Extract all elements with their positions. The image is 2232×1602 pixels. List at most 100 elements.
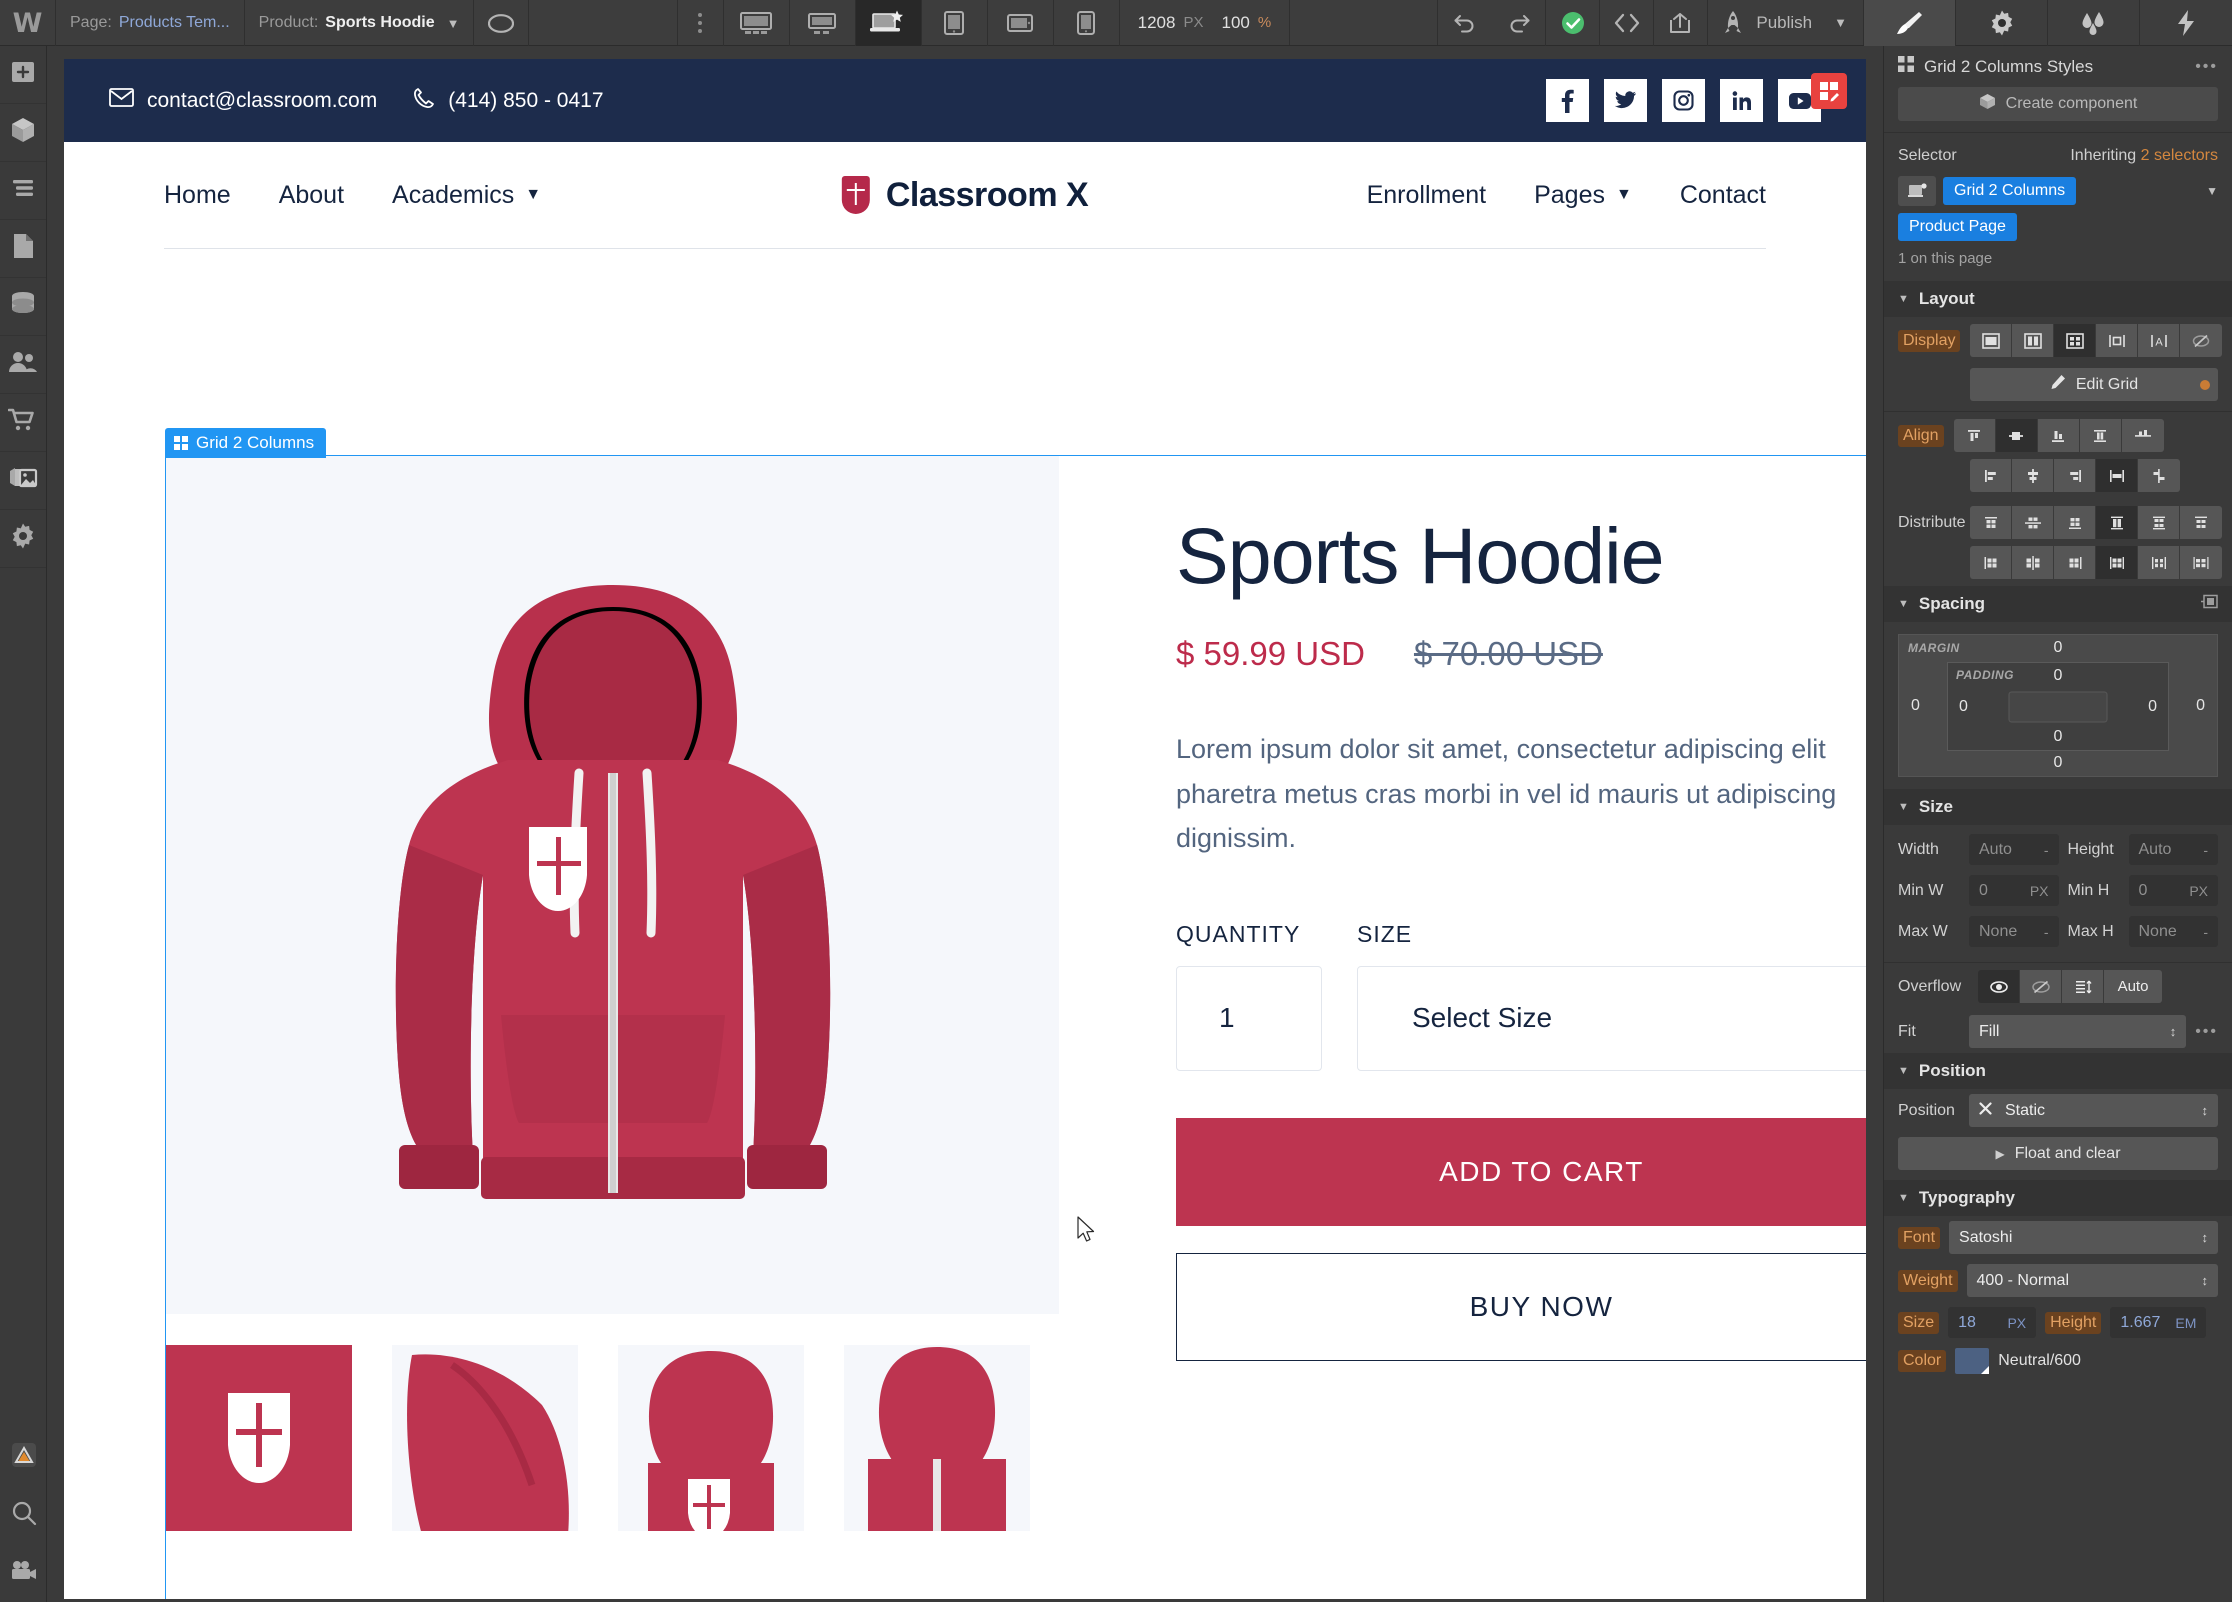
undo-button[interactable] xyxy=(1438,0,1492,46)
display-flex-icon[interactable] xyxy=(2012,324,2055,357)
sidebar-item-assets[interactable] xyxy=(0,452,46,510)
inheriting-info[interactable]: Inheriting 2 selectors xyxy=(2070,147,2218,165)
preview-toggle-button[interactable] xyxy=(474,0,530,46)
nav-link-enrollment[interactable]: Enrollment xyxy=(1367,181,1487,210)
tab-style-panel[interactable] xyxy=(1864,0,1956,46)
facebook-icon[interactable] xyxy=(1546,79,1589,122)
height-input[interactable]: Auto - xyxy=(2128,834,2218,865)
dist-between-icon[interactable] xyxy=(2138,506,2180,539)
tab-variables-panel[interactable] xyxy=(2140,0,2232,46)
selector-chip-current[interactable]: Grid 2 Columns xyxy=(1943,177,2077,205)
dist-left-icon[interactable] xyxy=(1970,546,2012,579)
linkedin-icon[interactable] xyxy=(1720,79,1763,122)
padding-top-value[interactable]: 0 xyxy=(2054,667,2063,685)
overflow-scroll-icon[interactable] xyxy=(2062,970,2104,1003)
contact-phone[interactable]: (414) 850 - 0417 xyxy=(413,87,604,115)
product-thumbnail[interactable] xyxy=(844,1345,1030,1531)
display-block-icon[interactable] xyxy=(1970,324,2013,357)
dist-stretch-icon[interactable] xyxy=(2096,506,2138,539)
minw-input[interactable]: 0 PX xyxy=(1969,875,2059,906)
breakpoint-tablet-landscape[interactable] xyxy=(988,0,1054,46)
product-selector[interactable]: Product: Sports Hoodie ▼ xyxy=(245,0,475,46)
add-to-cart-button[interactable]: ADD TO CART xyxy=(1176,1117,1866,1226)
font-label[interactable]: Font xyxy=(1898,1226,1941,1249)
breakpoint-tablet[interactable] xyxy=(922,0,988,46)
tab-interactions-panel[interactable] xyxy=(2048,0,2140,46)
dist-fill-icon[interactable] xyxy=(2096,546,2138,579)
padding-left-value[interactable]: 0 xyxy=(1959,698,1968,716)
dist-bottom-icon[interactable] xyxy=(2054,506,2096,539)
margin-left-value[interactable]: 0 xyxy=(1911,697,1920,715)
nav-link-home[interactable]: Home xyxy=(164,181,231,210)
webflow-logo-button[interactable]: W xyxy=(0,0,56,46)
position-dropdown[interactable]: Static ↕ xyxy=(1969,1094,2218,1127)
display-label[interactable]: Display xyxy=(1898,329,1961,352)
justify-end-icon[interactable] xyxy=(2054,459,2096,492)
breakpoint-mobile[interactable] xyxy=(1054,0,1120,46)
align-center-icon[interactable] xyxy=(1995,419,2038,452)
canvas-zoom-group[interactable]: 1208 PX 100 % xyxy=(1120,0,1291,45)
spacing-link-icon[interactable] xyxy=(2201,594,2218,614)
padding-right-value[interactable]: 0 xyxy=(2148,698,2157,716)
nav-link-academics[interactable]: Academics ▼ xyxy=(392,181,541,210)
dist-right-icon[interactable] xyxy=(2054,546,2096,579)
product-thumbnail[interactable] xyxy=(618,1345,804,1531)
style-panel-more-button[interactable]: ••• xyxy=(2195,58,2218,76)
justify-baseline-icon[interactable] xyxy=(2138,459,2180,492)
sidebar-item-audit[interactable] xyxy=(0,1428,47,1486)
redo-button[interactable] xyxy=(1492,0,1547,46)
sidebar-item-navigator[interactable] xyxy=(0,162,46,220)
sidebar-item-users[interactable] xyxy=(0,336,46,394)
save-status-button[interactable] xyxy=(1546,0,1601,46)
minh-input[interactable]: 0 PX xyxy=(2128,875,2218,906)
tab-settings-panel[interactable] xyxy=(1956,0,2048,46)
display-grid-icon[interactable] xyxy=(2054,324,2097,357)
line-height-label[interactable]: Height xyxy=(2045,1311,2102,1334)
twitter-icon[interactable] xyxy=(1604,79,1647,122)
edit-grid-button[interactable]: Edit Grid xyxy=(1970,368,2218,401)
justify-start-icon[interactable] xyxy=(1970,459,2012,492)
spacing-widget[interactable]: MARGIN 0 0 0 0 PADDING 0 0 0 0 xyxy=(1898,634,2218,777)
clear-x-icon[interactable] xyxy=(1979,1101,1992,1120)
overflow-auto-option[interactable]: Auto xyxy=(2104,970,2162,1003)
fit-more-button[interactable]: ••• xyxy=(2195,1023,2218,1041)
page-selector[interactable]: Page: Products Tem... xyxy=(56,0,245,46)
sidebar-item-components[interactable] xyxy=(0,104,46,162)
sidebar-item-pages[interactable] xyxy=(0,220,46,278)
style-panel[interactable]: Grid 2 Columns Styles ••• Create compone… xyxy=(1883,46,2232,1602)
layout-section-header[interactable]: ▼ Layout xyxy=(1884,281,2232,317)
view-options-button[interactable] xyxy=(678,0,724,46)
size-select[interactable]: Select Size ▾ xyxy=(1357,965,1866,1071)
dist-middle-icon[interactable] xyxy=(2012,506,2054,539)
create-component-button[interactable]: Create component xyxy=(1898,87,2218,121)
width-input[interactable]: Auto - xyxy=(1969,834,2059,865)
align-baseline-icon[interactable] xyxy=(2121,419,2164,452)
display-inline-icon[interactable]: A xyxy=(2138,324,2181,357)
product-thumbnail[interactable] xyxy=(392,1345,578,1531)
align-stretch-icon[interactable] xyxy=(2079,419,2122,452)
buy-now-button[interactable]: BUY NOW xyxy=(1176,1252,1866,1361)
dist-space-around-icon[interactable] xyxy=(2180,546,2222,579)
selector-state-icon[interactable] xyxy=(1898,176,1936,206)
nav-link-contact[interactable]: Contact xyxy=(1680,181,1766,210)
align-end-icon[interactable] xyxy=(2037,419,2080,452)
color-label[interactable]: Color xyxy=(1898,1350,1947,1372)
chevron-down-icon[interactable]: ▼ xyxy=(2206,184,2218,198)
product-thumbnail[interactable] xyxy=(166,1345,352,1531)
margin-top-value[interactable]: 0 xyxy=(2054,639,2063,657)
justify-stretch-icon[interactable] xyxy=(2096,459,2138,492)
line-height-input[interactable]: 1.667 EM xyxy=(2110,1307,2207,1338)
breakpoint-laptop-base[interactable] xyxy=(855,0,922,46)
justify-center-icon[interactable] xyxy=(2012,459,2054,492)
nav-link-about[interactable]: About xyxy=(279,181,344,210)
dist-center-icon[interactable] xyxy=(2012,546,2054,579)
overflow-hidden-icon[interactable] xyxy=(2020,970,2062,1003)
dist-space-between-icon[interactable] xyxy=(2138,546,2180,579)
product-hero-image[interactable] xyxy=(166,456,1059,1314)
share-button[interactable] xyxy=(1654,0,1709,46)
position-section-header[interactable]: ▼ Position xyxy=(1884,1053,2232,1089)
sidebar-item-search[interactable] xyxy=(0,1486,47,1544)
display-none-icon[interactable] xyxy=(2180,324,2223,357)
color-swatch[interactable] xyxy=(1955,1348,1990,1374)
float-and-clear-button[interactable]: ▶ Float and clear xyxy=(1898,1137,2218,1170)
